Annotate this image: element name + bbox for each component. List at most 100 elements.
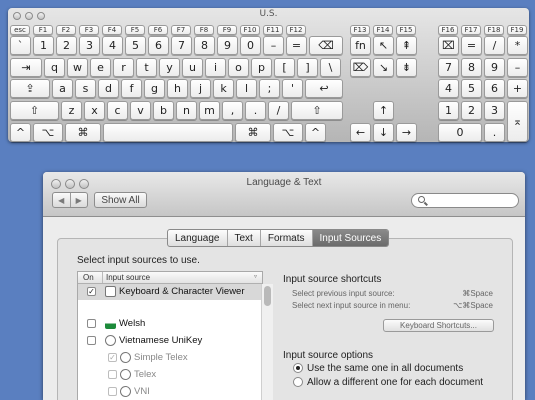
key-letter-11[interactable]: [	[274, 58, 295, 77]
key-letter-10[interactable]: ;	[259, 79, 280, 98]
show-all-button[interactable]: Show All	[94, 192, 147, 208]
key-numpad-13[interactable]: 2	[461, 101, 482, 120]
source-checkbox[interactable]: ✓	[108, 353, 117, 362]
key-letter-7[interactable]: u	[182, 58, 203, 77]
key-number-5[interactable]: 5	[125, 36, 146, 55]
tab-text[interactable]: Text	[226, 230, 260, 246]
source-checkbox[interactable]	[87, 319, 96, 328]
tab-input-sources[interactable]: Input Sources	[311, 230, 389, 246]
key-numpad-8[interactable]: 4	[438, 79, 459, 98]
key-letter-6[interactable]: h	[167, 79, 188, 98]
key-letter-3[interactable]: e	[90, 58, 111, 77]
key-f2[interactable]: F2	[56, 25, 76, 35]
key-number-12[interactable]: =	[286, 36, 307, 55]
key-numpad-7[interactable]: –	[507, 58, 528, 77]
shortcut-keys-previous[interactable]: ⌘Space	[457, 289, 493, 298]
list-item[interactable]: ✓ Simple Telex	[78, 350, 261, 366]
key-letter-6[interactable]: n	[176, 101, 197, 120]
key-control-right[interactable]: ^	[305, 123, 326, 142]
key-f6[interactable]: F6	[148, 25, 168, 35]
key-nav-7[interactable]: ←	[350, 123, 371, 142]
source-checkbox[interactable]	[87, 336, 96, 345]
list-item[interactable]: Welsh	[78, 316, 261, 332]
key-number-3[interactable]: 3	[79, 36, 100, 55]
key-shift-left[interactable]: ⇧	[10, 101, 59, 120]
key-letter-2[interactable]: s	[75, 79, 96, 98]
source-checkbox[interactable]: ✓	[87, 287, 96, 296]
list-item[interactable]: VNI	[78, 384, 261, 400]
key-letter-1[interactable]: a	[52, 79, 73, 98]
key-control-left[interactable]: ^	[10, 123, 31, 142]
radio-different-source[interactable]	[293, 377, 303, 387]
column-header-input-source[interactable]: Input source	[102, 272, 150, 283]
key-numpad-10[interactable]: 6	[484, 79, 505, 98]
key-number-6[interactable]: 6	[148, 36, 169, 55]
key-letter-8[interactable]: i	[205, 58, 226, 77]
key-f3[interactable]: F3	[79, 25, 99, 35]
key-f10[interactable]: F10	[240, 25, 260, 35]
key-command-right[interactable]: ⌘	[235, 123, 271, 142]
radio-same-source[interactable]	[293, 363, 303, 373]
key-return[interactable]: ↩	[305, 79, 343, 98]
key-esc[interactable]: esc	[10, 25, 30, 35]
list-item[interactable]: Vietnamese UniKey	[78, 333, 261, 349]
key-f17[interactable]: F17	[461, 25, 481, 35]
key-shift-right[interactable]: ⇧	[291, 101, 343, 120]
key-letter-2[interactable]: x	[84, 101, 105, 120]
key-letter-1[interactable]: z	[61, 101, 82, 120]
key-letter-9[interactable]: o	[228, 58, 249, 77]
key-numpad-4[interactable]: 7	[438, 58, 459, 77]
scrollbar-thumb[interactable]	[264, 286, 271, 306]
key-nav-0[interactable]: fn	[350, 36, 371, 55]
tab-formats[interactable]: Formats	[259, 230, 312, 246]
key-nav-8[interactable]: ↓	[373, 123, 394, 142]
key-number-0[interactable]: `	[10, 36, 31, 55]
key-nav-5[interactable]: ⇟	[396, 58, 417, 77]
key-delete[interactable]: ⌫	[309, 36, 343, 55]
key-letter-4[interactable]: r	[113, 58, 134, 77]
input-source-list[interactable]: On Input source ▿ ✓ Keyboard & Character …	[77, 271, 273, 400]
forward-arrow-icon[interactable]: ▶	[69, 193, 88, 207]
key-f4[interactable]: F4	[102, 25, 122, 35]
key-letter-12[interactable]: ]	[297, 58, 318, 77]
key-number-1[interactable]: 1	[33, 36, 54, 55]
key-numpad-6[interactable]: 9	[484, 58, 505, 77]
key-number-2[interactable]: 2	[56, 36, 77, 55]
key-numpad-3[interactable]: *	[507, 36, 528, 55]
key-nav-6[interactable]: ↑	[373, 101, 394, 120]
key-f16[interactable]: F16	[438, 25, 458, 35]
key-nav-9[interactable]: →	[396, 123, 417, 142]
key-letter-2[interactable]: w	[67, 58, 88, 77]
key-numpad-1[interactable]: =	[461, 36, 482, 55]
key-tab[interactable]: ⇥	[10, 58, 42, 77]
key-letter-7[interactable]: m	[199, 101, 220, 120]
key-f5[interactable]: F5	[125, 25, 145, 35]
source-checkbox[interactable]	[108, 387, 117, 396]
key-f15[interactable]: F15	[396, 25, 416, 35]
key-nav-4[interactable]: ↘	[373, 58, 394, 77]
list-item[interactable]: Telex	[78, 367, 261, 383]
keyboard-shortcuts-button[interactable]: Keyboard Shortcuts...	[383, 319, 494, 332]
key-command-left[interactable]: ⌘	[65, 123, 101, 142]
key-letter-9[interactable]: l	[236, 79, 257, 98]
key-numpad-17[interactable]: ⌅	[507, 101, 528, 142]
key-letter-3[interactable]: c	[107, 101, 128, 120]
key-f19[interactable]: F19	[507, 25, 527, 35]
key-number-4[interactable]: 4	[102, 36, 123, 55]
key-numpad-5[interactable]: 8	[461, 58, 482, 77]
key-nav-2[interactable]: ⇞	[396, 36, 417, 55]
list-item[interactable]: ✓ Keyboard & Character Viewer	[78, 284, 261, 300]
key-option-left[interactable]: ⌥	[33, 123, 63, 142]
key-f13[interactable]: F13	[350, 25, 370, 35]
back-arrow-icon[interactable]: ◀	[53, 193, 70, 207]
key-numpad-0[interactable]: ⌧	[438, 36, 459, 55]
source-checkbox[interactable]	[108, 370, 117, 379]
key-f1[interactable]: F1	[33, 25, 53, 35]
column-header-on[interactable]: On	[83, 272, 94, 283]
key-letter-5[interactable]: b	[153, 101, 174, 120]
key-letter-10[interactable]: /	[268, 101, 289, 120]
key-letter-7[interactable]: j	[190, 79, 211, 98]
key-number-9[interactable]: 9	[217, 36, 238, 55]
key-letter-11[interactable]: '	[282, 79, 303, 98]
key-nav-1[interactable]: ↖	[373, 36, 394, 55]
